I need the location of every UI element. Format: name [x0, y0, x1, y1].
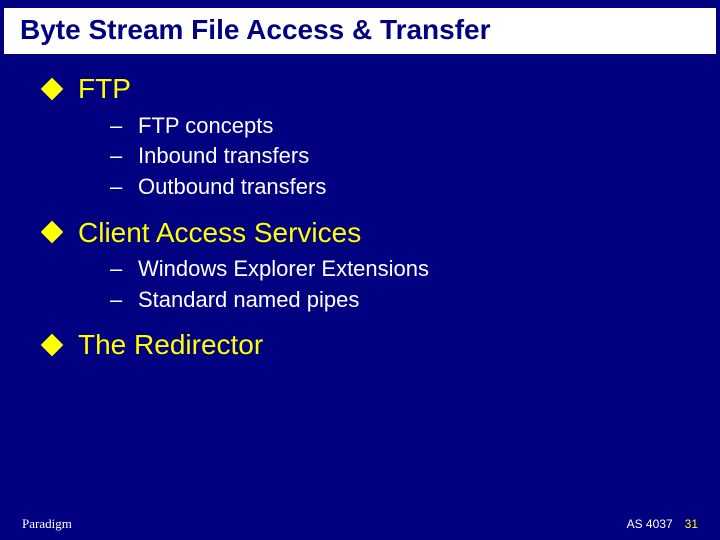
sub-item: – Standard named pipes	[110, 286, 700, 315]
diamond-icon	[41, 221, 64, 244]
sub-label: Inbound transfers	[138, 142, 309, 171]
sub-list: – Windows Explorer Extensions – Standard…	[40, 255, 700, 314]
dash-icon: –	[110, 174, 124, 200]
sub-item: – Windows Explorer Extensions	[110, 255, 700, 284]
footer-page: 31	[685, 517, 698, 531]
sub-label: Standard named pipes	[138, 286, 359, 315]
bullet-label: The Redirector	[78, 328, 263, 362]
sub-label: FTP concepts	[138, 112, 273, 141]
dash-icon: –	[110, 287, 124, 313]
bullet-redirector: The Redirector	[40, 328, 700, 362]
sub-item: – Outbound transfers	[110, 173, 700, 202]
sub-list: – FTP concepts – Inbound transfers – Out…	[40, 112, 700, 202]
sub-item: – FTP concepts	[110, 112, 700, 141]
bullet-row: The Redirector	[40, 328, 700, 362]
diamond-icon	[41, 334, 64, 357]
slide: Byte Stream File Access & Transfer FTP –…	[0, 0, 720, 540]
dash-icon: –	[110, 143, 124, 169]
bullet-row: FTP	[40, 72, 700, 106]
sub-item: – Inbound transfers	[110, 142, 700, 171]
sub-label: Outbound transfers	[138, 173, 326, 202]
slide-title: Byte Stream File Access & Transfer	[4, 8, 716, 54]
bullet-label: Client Access Services	[78, 216, 361, 250]
bullet-ftp: FTP – FTP concepts – Inbound transfers –…	[40, 72, 700, 201]
bullet-row: Client Access Services	[40, 216, 700, 250]
dash-icon: –	[110, 113, 124, 139]
diamond-icon	[41, 78, 64, 101]
footer: Paradigm AS 4037 31	[0, 516, 720, 532]
dash-icon: –	[110, 256, 124, 282]
bullet-client-access: Client Access Services – Windows Explore…	[40, 216, 700, 315]
bullet-label: FTP	[78, 72, 131, 106]
sub-label: Windows Explorer Extensions	[138, 255, 429, 284]
footer-right: AS 4037 31	[627, 517, 698, 531]
footer-code: AS 4037	[627, 517, 673, 531]
footer-org: Paradigm	[22, 516, 72, 532]
slide-content: FTP – FTP concepts – Inbound transfers –…	[0, 72, 720, 362]
